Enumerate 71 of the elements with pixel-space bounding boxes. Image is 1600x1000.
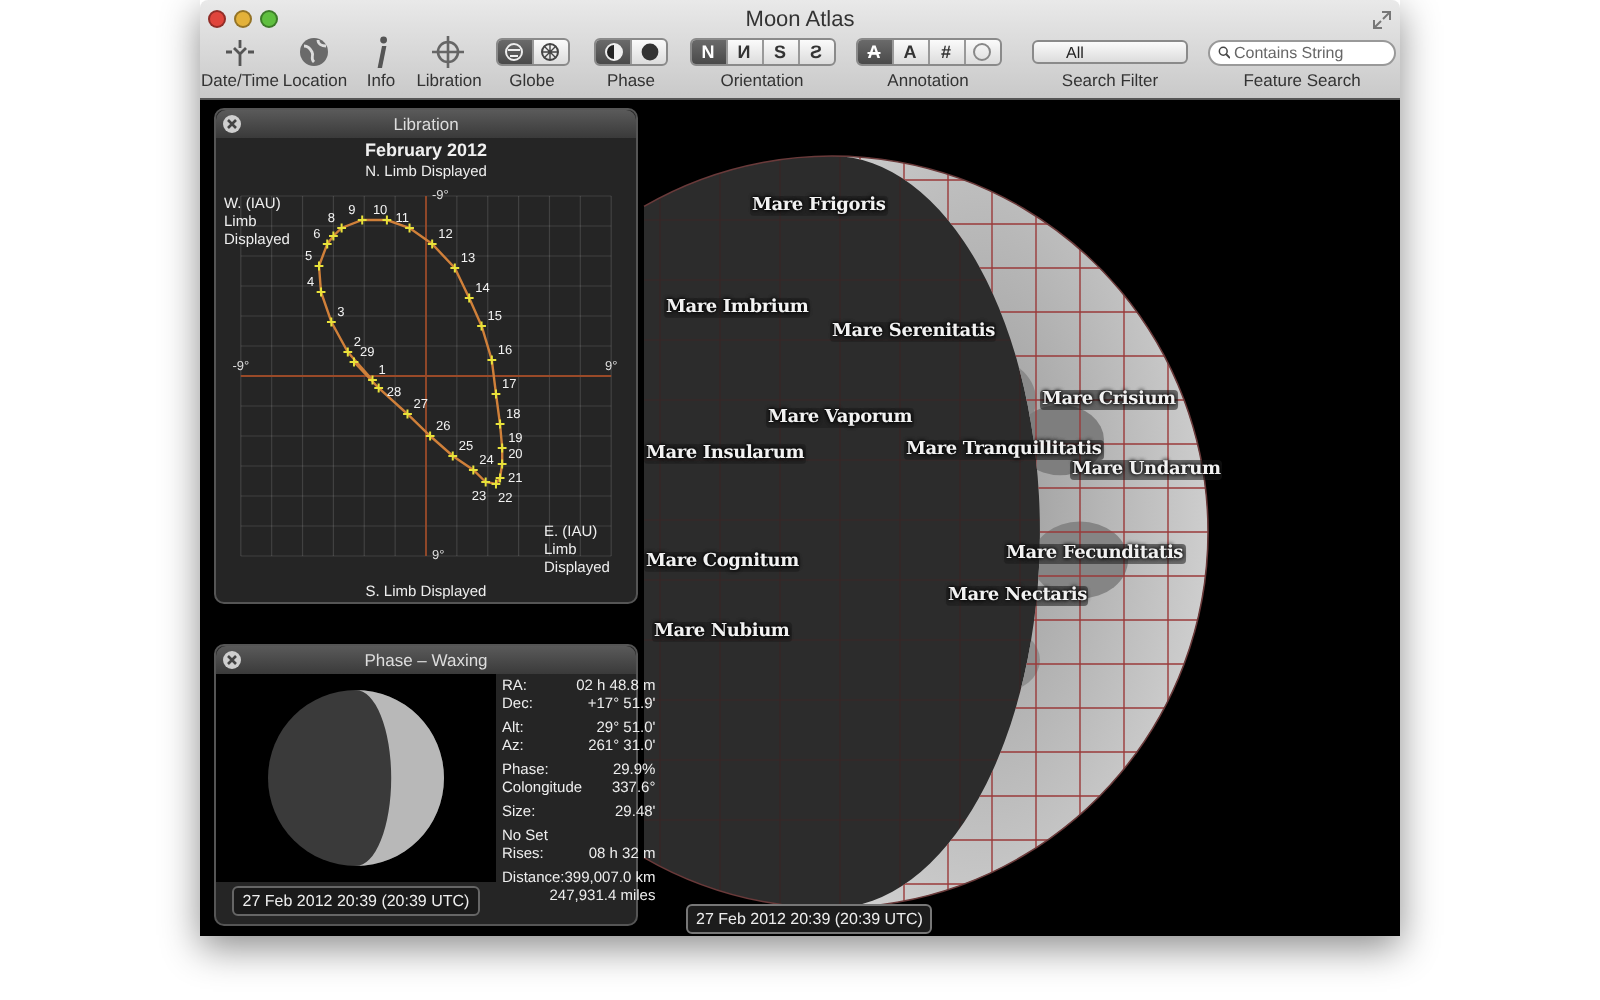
toolbar-button[interactable]: Location — [282, 36, 348, 98]
data-point — [381, 214, 393, 226]
segment-button[interactable]: # — [927, 40, 963, 64]
toolbar-label: Phase — [606, 68, 656, 92]
window-title: Moon Atlas — [745, 8, 855, 32]
segment-button[interactable]: A — [891, 40, 927, 64]
feature-label: Mare Fecunditatis — [1004, 544, 1186, 564]
search-icon — [1218, 44, 1230, 60]
close-icon — [222, 650, 242, 670]
data-point — [494, 418, 506, 430]
feature-label: Mare Vaporum — [766, 408, 915, 428]
close-button[interactable] — [222, 114, 242, 134]
globe-icon — [298, 36, 331, 68]
minimize-button[interactable] — [234, 10, 252, 28]
toolbar-button[interactable]: Date/Time — [201, 36, 279, 98]
date-time-label: 27 Feb 2012 20:39 (20:39 UTC) — [686, 904, 933, 934]
half-moon-icon — [603, 42, 623, 62]
toolbar-button[interactable]: Info — [366, 36, 396, 98]
data-point — [449, 262, 461, 274]
data-point — [402, 408, 413, 420]
toolbar-label: Orientation — [720, 68, 804, 92]
feature-label: Mare Frigoris — [750, 196, 888, 216]
segment-button[interactable]: И — [725, 40, 761, 64]
toolbar-button[interactable]: Libration — [416, 36, 482, 98]
toolbar-label: Annotation — [887, 68, 969, 92]
panel-title: Libration — [393, 114, 459, 134]
segment-button[interactable]: Ƨ — [797, 40, 833, 64]
segment-button[interactable] — [497, 40, 531, 64]
panel-title: Phase – Waxing — [364, 650, 488, 670]
fullscreen-icon — [1372, 10, 1392, 30]
close-button[interactable] — [208, 10, 226, 28]
feature-label: Mare Nectaris — [946, 586, 1089, 606]
close-icon — [222, 114, 242, 134]
dial-icon — [221, 36, 258, 68]
search-field[interactable]: Contains String — [1208, 39, 1396, 65]
toolbar-label: Feature Search — [1243, 68, 1361, 92]
segment-button[interactable]: S — [761, 40, 797, 64]
feature-label: Mare Imbrium — [664, 298, 811, 318]
data-point — [356, 214, 368, 226]
feature-label: Mare Insularum — [644, 444, 807, 464]
toolbar-label: Globe — [509, 68, 555, 92]
feature-label: Mare Nubium — [652, 622, 792, 642]
info-icon — [374, 36, 388, 68]
close-button[interactable] — [222, 650, 242, 670]
data-point — [325, 316, 337, 328]
chart-title: February 2012 — [364, 140, 488, 160]
feature-label: Mare Crisium — [1040, 390, 1178, 410]
feature-label: Mare Cognitum — [644, 552, 801, 572]
data-point — [486, 354, 498, 366]
toolbar-label: Search Filter — [1061, 68, 1159, 92]
data-point — [426, 238, 438, 250]
data-point — [447, 450, 459, 462]
segment-button[interactable]: A — [857, 40, 891, 64]
date-time-label: 27 Feb 2012 20:39 (20:39 UTC) — [232, 886, 480, 916]
feature-label: Mare Tranquillitatis — [904, 440, 1104, 460]
segment-button[interactable]: N — [691, 40, 725, 64]
data-point — [424, 430, 436, 442]
data-point — [313, 260, 325, 272]
zoom-button[interactable] — [260, 10, 278, 28]
filter-popup[interactable]: All — [1032, 40, 1188, 64]
feature-label: Mare Serenitatis — [830, 322, 997, 342]
data-point — [490, 388, 502, 400]
segment-button[interactable] — [596, 40, 630, 64]
globe-icon — [504, 42, 524, 62]
full-disc-icon — [639, 42, 659, 62]
data-point — [404, 222, 415, 234]
data-point — [476, 320, 487, 332]
crosshair-icon — [430, 36, 467, 68]
data-point — [496, 442, 508, 454]
data-point — [315, 286, 327, 298]
data-point — [463, 292, 475, 304]
